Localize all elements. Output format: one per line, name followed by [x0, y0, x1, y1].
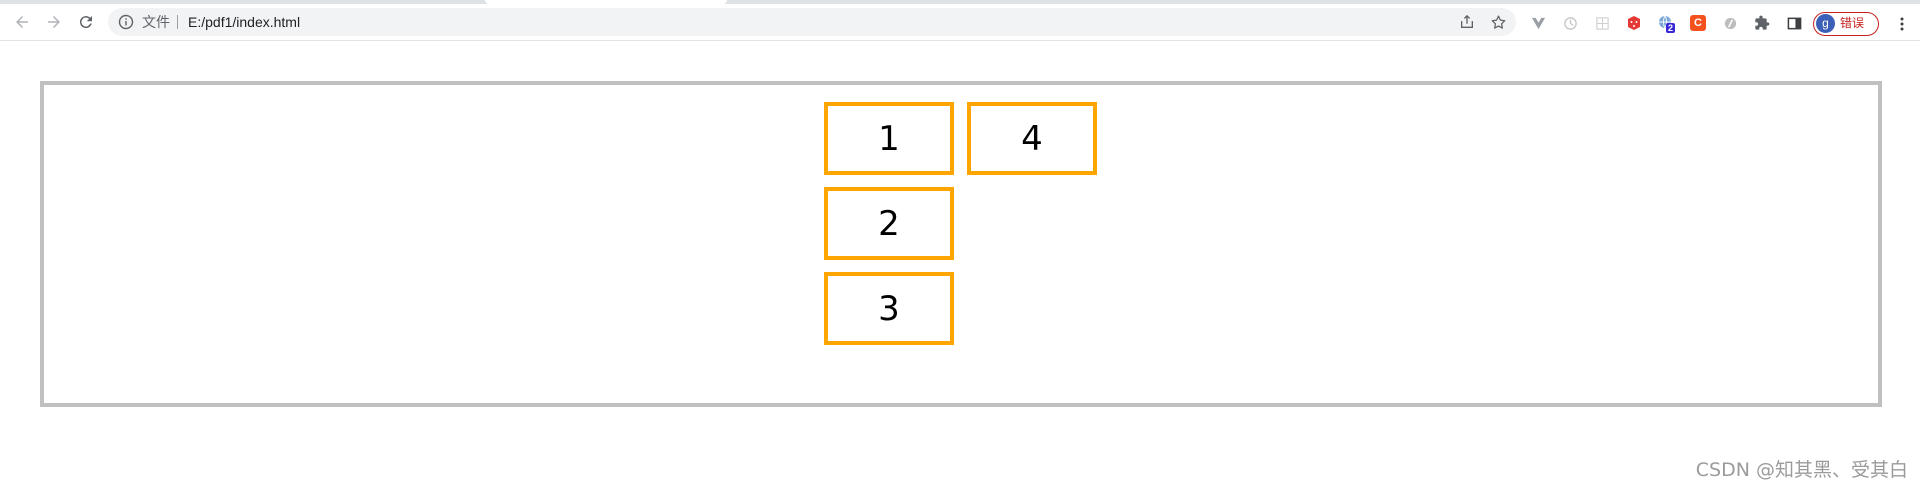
flex-container [40, 81, 1882, 407]
timer-icon [1563, 16, 1577, 30]
forward-button[interactable] [40, 8, 68, 36]
url-text[interactable]: E:/pdf1/index.html [188, 8, 300, 36]
vue-logo-icon [1531, 17, 1545, 29]
circle-icon [1724, 17, 1736, 29]
share-button[interactable] [1458, 13, 1476, 31]
grid-cell-3: 3 [824, 272, 954, 345]
grid-extension-icon[interactable] [1594, 15, 1610, 31]
dice-icon [1628, 16, 1640, 30]
c-extension-label: C [1694, 17, 1702, 29]
url-scheme-label: 文件 [142, 14, 170, 30]
omnibox-divider [177, 15, 178, 29]
dice-extension-icon[interactable] [1626, 15, 1642, 31]
grid-cell-2: 2 [824, 187, 954, 260]
reload-button[interactable] [72, 8, 100, 36]
share-icon [1461, 14, 1473, 28]
browser-toolbar: 文件 E:/pdf1/index.html 2 C g 错误 [0, 4, 1920, 41]
grid-cell-1: 1 [824, 102, 954, 175]
profile-button[interactable]: g 错误 [1813, 12, 1879, 36]
info-icon[interactable] [118, 14, 134, 30]
avatar: g [1816, 14, 1835, 33]
extensions-menu-button[interactable] [1754, 15, 1770, 31]
circle-extension-icon[interactable] [1722, 15, 1738, 31]
timer-extension-icon[interactable] [1562, 15, 1578, 31]
c-extension-icon[interactable]: C [1690, 15, 1706, 31]
profile-status-label: 错误 [1840, 16, 1865, 30]
browser-menu-button[interactable] [1893, 15, 1911, 33]
extension-badge: 2 [1666, 23, 1676, 33]
grid-icon [1595, 16, 1609, 30]
reload-icon [79, 16, 92, 29]
star-icon [1491, 14, 1505, 29]
side-panel-icon [1787, 17, 1801, 29]
bookmark-button[interactable] [1489, 13, 1507, 31]
translate-extension-icon[interactable]: 2 [1658, 15, 1676, 33]
back-button[interactable] [8, 8, 36, 36]
kebab-menu-icon [1900, 17, 1904, 31]
watermark-text: CSDN @知其黑、受其白 [1695, 459, 1908, 481]
grid-cell-4: 4 [967, 102, 1097, 175]
address-bar[interactable]: 文件 E:/pdf1/index.html [108, 8, 1516, 36]
arrow-left-icon [16, 16, 28, 28]
side-panel-button[interactable] [1786, 15, 1802, 31]
arrow-right-icon [48, 16, 60, 28]
puzzle-icon [1755, 15, 1770, 30]
vue-devtools-icon[interactable] [1530, 15, 1546, 31]
